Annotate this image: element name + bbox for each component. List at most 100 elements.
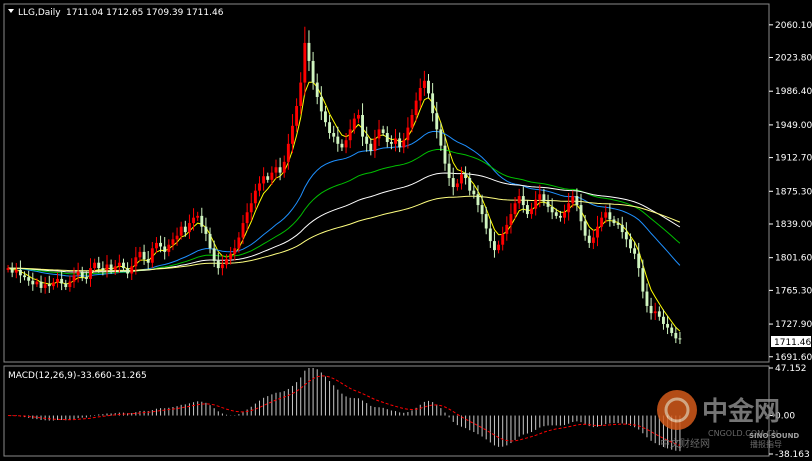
macd-axis-tick-label: -38.163 bbox=[775, 450, 810, 460]
candle-body bbox=[80, 271, 84, 278]
candle-body bbox=[18, 269, 22, 276]
candle-body bbox=[200, 215, 204, 227]
candle-body bbox=[505, 224, 509, 234]
price-panel[interactable] bbox=[3, 3, 770, 363]
candle-body bbox=[155, 242, 158, 249]
candle-body bbox=[662, 316, 665, 324]
candle-body bbox=[513, 203, 517, 215]
candle-body bbox=[274, 167, 278, 173]
candle-body bbox=[229, 253, 233, 260]
price-axis: 2060.10 2023.80 1986.40 1949.00 1912.70 1875.… bbox=[769, 21, 812, 363]
candle-body bbox=[241, 223, 245, 238]
candle-body bbox=[645, 291, 649, 306]
candle-body bbox=[674, 332, 678, 339]
candle-body bbox=[237, 237, 241, 249]
candle-body bbox=[373, 138, 377, 152]
candle-body bbox=[435, 113, 439, 130]
candle-body bbox=[398, 138, 402, 148]
candle-body bbox=[352, 118, 356, 130]
candle-body bbox=[72, 275, 76, 282]
candle-body bbox=[14, 269, 18, 273]
candle-body bbox=[175, 235, 179, 240]
macd-signal-value: -31.265 bbox=[112, 371, 147, 381]
price-axis-tick-label: 2023.80 bbox=[775, 54, 812, 64]
candle-body bbox=[324, 111, 327, 123]
candle-body bbox=[220, 264, 224, 269]
price-axis-tick-label: 2060.10 bbox=[775, 21, 812, 31]
price-axis-tick-label: 1765.30 bbox=[775, 286, 812, 296]
brand-sub-cn: 中文财经网 bbox=[660, 437, 710, 450]
candle-body bbox=[637, 253, 641, 269]
candle-body bbox=[488, 228, 492, 242]
candle-body bbox=[245, 212, 249, 224]
candle-body bbox=[567, 203, 571, 213]
candle-body bbox=[130, 266, 134, 274]
candle-body bbox=[600, 217, 604, 227]
candle-body bbox=[167, 244, 171, 252]
candle-body bbox=[142, 251, 146, 260]
candle-body bbox=[311, 60, 315, 83]
ohlc-readout: 1711.04 1712.65 1709.39 1711.46 bbox=[66, 8, 224, 18]
candle-body bbox=[212, 248, 216, 261]
candle-body bbox=[616, 223, 620, 225]
candle-body bbox=[579, 205, 583, 222]
candle-body bbox=[27, 277, 31, 281]
candle-body bbox=[204, 226, 208, 234]
candle-body bbox=[23, 275, 26, 278]
price-axis-tick-label: 1839.00 bbox=[775, 220, 812, 230]
candle-body bbox=[150, 248, 154, 263]
candle-body bbox=[410, 114, 414, 128]
chart-header: LLG,Daily 1711.04 1712.65 1709.39 1711.4… bbox=[8, 8, 224, 18]
candle-body bbox=[402, 140, 406, 148]
candle-body bbox=[56, 278, 59, 283]
candle-body bbox=[509, 214, 513, 225]
candle-body bbox=[422, 80, 426, 88]
candle-body bbox=[558, 215, 562, 218]
candle-body bbox=[60, 278, 64, 284]
candle-body bbox=[113, 266, 117, 270]
candle-body bbox=[521, 196, 525, 206]
candle-body bbox=[47, 284, 51, 287]
candle-body bbox=[93, 262, 97, 269]
candle-body bbox=[501, 233, 505, 245]
candle-body bbox=[431, 93, 435, 114]
candle-body bbox=[64, 283, 68, 288]
candle-body bbox=[68, 281, 72, 288]
candle-body bbox=[427, 80, 430, 94]
candle-body bbox=[418, 87, 422, 101]
candle-body bbox=[336, 136, 340, 144]
candle-body bbox=[587, 235, 591, 243]
candle-body bbox=[464, 174, 468, 179]
candle-body bbox=[468, 178, 472, 191]
candle-body bbox=[563, 212, 566, 218]
candle-body bbox=[480, 205, 484, 215]
candle-body bbox=[89, 268, 92, 279]
candle-body bbox=[381, 129, 385, 134]
chart-window[interactable]: 2060.10 2023.80 1986.40 1949.00 1912.70 1875.… bbox=[0, 0, 812, 461]
candle-body bbox=[10, 268, 14, 273]
candle-body bbox=[295, 105, 299, 126]
macd-axis-tick-label: 47.152 bbox=[775, 364, 807, 374]
candle-body bbox=[183, 226, 187, 233]
candle-body bbox=[101, 268, 105, 270]
candle-body bbox=[439, 129, 443, 146]
candle-body bbox=[369, 143, 373, 152]
candle-body bbox=[299, 82, 303, 106]
candle-body bbox=[179, 226, 183, 236]
candle-body bbox=[84, 277, 88, 279]
candle-body bbox=[443, 145, 447, 164]
candle-body bbox=[258, 183, 261, 191]
candle-body bbox=[282, 161, 286, 173]
candle-body bbox=[291, 125, 294, 144]
candle-body bbox=[604, 212, 608, 218]
candle-body bbox=[612, 219, 616, 224]
candle-body bbox=[76, 271, 80, 276]
candle-body bbox=[249, 203, 253, 213]
candle-body bbox=[97, 262, 101, 269]
candle-body bbox=[583, 221, 587, 236]
candle-body bbox=[554, 212, 558, 216]
candle-body bbox=[35, 281, 39, 285]
brand-name-en: SINO SOUND bbox=[749, 432, 799, 440]
candle-body bbox=[455, 183, 459, 188]
candle-body bbox=[365, 136, 369, 144]
